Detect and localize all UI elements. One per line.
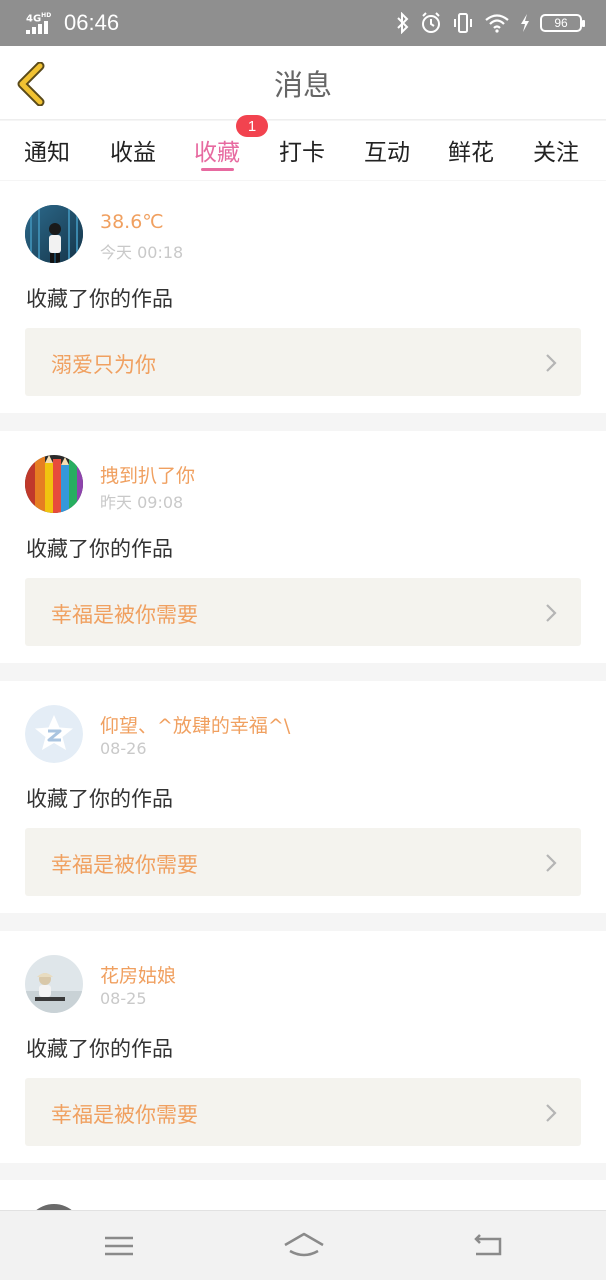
avatar[interactable]	[25, 955, 83, 1013]
message-text: 收藏了你的作品	[26, 1037, 173, 1061]
tab-interaction[interactable]: 互动	[364, 133, 410, 167]
work-link[interactable]: 幸福是被你需要	[25, 578, 581, 646]
avatar[interactable]	[25, 205, 83, 263]
header: 消息	[0, 46, 606, 120]
chevron-left-icon[interactable]	[14, 62, 50, 106]
work-title: 幸福是被你需要	[51, 603, 198, 627]
chevron-right-icon	[546, 854, 557, 872]
tab-favorites[interactable]: 收藏	[194, 133, 240, 167]
work-link[interactable]: 幸福是被你需要	[25, 1078, 581, 1146]
battery-icon: 96	[540, 14, 585, 32]
message-time: 08-25	[100, 989, 147, 1008]
message-card[interactable]: 花房姑娘 08-25 收藏了你的作品 幸福是被你需要	[0, 931, 606, 1163]
work-link[interactable]: 溺爱只为你	[25, 328, 581, 396]
menu-icon[interactable]	[97, 1229, 141, 1263]
system-nav-bar	[0, 1210, 606, 1280]
work-title: 幸福是被你需要	[51, 853, 198, 877]
user-name[interactable]: 仰望、^放肆的幸福^\	[100, 711, 290, 738]
wifi-icon	[485, 14, 509, 33]
message-text: 收藏了你的作品	[26, 787, 173, 811]
message-text: 收藏了你的作品	[26, 537, 173, 561]
back-icon[interactable]	[466, 1229, 510, 1263]
cellular-signal-icon: 4GHD	[26, 10, 56, 36]
message-card[interactable]: 仰望、^放肆的幸福^\ 08-26 收藏了你的作品 幸福是被你需要	[0, 681, 606, 913]
vibrate-icon	[454, 13, 472, 33]
message-card[interactable]: 拽到扒了你 昨天 09:08 收藏了你的作品 幸福是被你需要	[0, 431, 606, 663]
charging-icon	[521, 14, 529, 32]
message-card[interactable]: 38.6℃ 今天 00:18 收藏了你的作品 溺爱只为你	[0, 181, 606, 413]
tab-notifications[interactable]: 通知	[24, 133, 70, 167]
tab-checkin[interactable]: 打卡	[279, 133, 325, 167]
user-name[interactable]: 38.6℃	[100, 211, 164, 233]
chevron-right-icon	[546, 354, 557, 372]
work-title: 幸福是被你需要	[51, 1103, 198, 1127]
active-tab-indicator	[201, 168, 234, 171]
chevron-right-icon	[546, 604, 557, 622]
bluetooth-icon	[397, 12, 409, 34]
message-time: 08-26	[100, 739, 147, 758]
avatar[interactable]	[25, 705, 83, 763]
avatar[interactable]	[25, 455, 83, 513]
alarm-icon	[422, 12, 440, 33]
battery-level: 96	[554, 16, 568, 30]
message-time: 昨天 09:08	[100, 493, 184, 512]
unread-badge: 1	[236, 115, 268, 137]
chevron-right-icon	[546, 1104, 557, 1122]
status-bar: 4GHD 06:46 96	[0, 0, 606, 46]
page-title: 消息	[273, 67, 332, 102]
tab-bar: 通知 收益 收藏 打卡 互动 鲜花 关注	[0, 121, 606, 180]
user-name[interactable]: 花房姑娘	[100, 961, 176, 988]
tab-follow[interactable]: 关注	[533, 133, 579, 167]
message-time: 今天 00:18	[100, 243, 184, 262]
tab-flowers[interactable]: 鲜花	[448, 133, 494, 167]
work-title: 溺爱只为你	[51, 353, 156, 377]
home-icon[interactable]	[282, 1229, 326, 1263]
tab-earnings[interactable]: 收益	[110, 133, 156, 167]
status-time: 06:46	[64, 10, 120, 35]
work-link[interactable]: 幸福是被你需要	[25, 828, 581, 896]
message-card-partial[interactable]	[0, 1180, 606, 1262]
message-text: 收藏了你的作品	[26, 287, 173, 311]
hd-indicator: HD	[41, 12, 52, 19]
user-name[interactable]: 拽到扒了你	[100, 461, 195, 488]
